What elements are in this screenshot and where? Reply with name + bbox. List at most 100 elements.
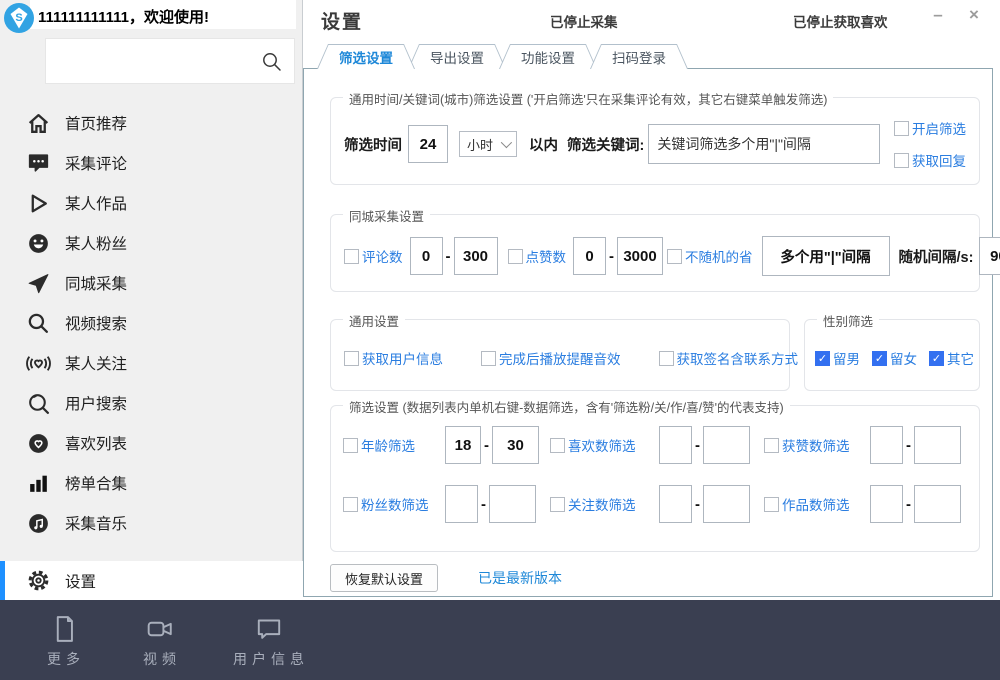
follows-min-input[interactable] <box>659 485 692 523</box>
tab-function-settings[interactable]: 功能设置 <box>499 44 597 69</box>
sidebar-item-label: 采集评论 <box>65 152 127 174</box>
play-sound-checkbox[interactable] <box>481 351 496 366</box>
comment-min-input[interactable] <box>410 237 443 275</box>
get-reply-checkbox-row: 获取回复 <box>894 150 966 170</box>
age-min-input[interactable] <box>445 426 481 464</box>
sidebar-item-label: 榜单合集 <box>65 472 127 494</box>
follows-filter-label: 关注数筛选 <box>568 494 636 514</box>
filter-keyword-input[interactable] <box>648 124 880 164</box>
user-search-icon <box>26 391 51 416</box>
home-icon <box>26 111 51 136</box>
like-count-checkbox-row: 点赞数 <box>508 246 567 266</box>
enable-filter-checkbox-row: 开启筛选 <box>894 118 966 138</box>
tab-filter-settings[interactable]: 筛选设置 <box>317 44 415 69</box>
comment-count-checkbox[interactable] <box>344 249 359 264</box>
favorites-filter-checkbox[interactable] <box>550 438 565 453</box>
enable-filter-checkbox[interactable] <box>894 121 909 136</box>
works-filter-checkbox-row: 作品数筛选 <box>764 494 867 514</box>
minimize-button[interactable]: – <box>925 2 951 28</box>
works-filter-checkbox[interactable] <box>764 497 779 512</box>
praise-filter-checkbox[interactable] <box>764 438 779 453</box>
bottom-item-label: 视频 <box>143 649 181 669</box>
close-button[interactable]: × <box>961 2 987 28</box>
filter-time-input[interactable] <box>408 125 448 163</box>
praise-max-input[interactable] <box>914 426 961 464</box>
sidebar-item-settings-active[interactable]: 设置 <box>0 561 303 600</box>
non-random-province-checkbox[interactable] <box>667 249 682 264</box>
like-min-input[interactable] <box>573 237 606 275</box>
comment-max-input[interactable] <box>454 237 498 275</box>
sidebar-item-label: 视频搜索 <box>65 312 127 334</box>
time-unit-select[interactable]: 小时 <box>459 131 517 157</box>
keep-male-label: 留男 <box>833 348 860 368</box>
settings-tabs: 筛选设置 导出设置 功能设置 扫码登录 <box>317 44 681 69</box>
main-area: 设置 已停止采集 已停止获取喜欢 – × 筛选设置 导出设置 功能设置 扫码登录… <box>303 0 1000 600</box>
favorites-max-input[interactable] <box>703 426 750 464</box>
keep-other-checkbox[interactable]: ✓ <box>929 351 944 366</box>
non-random-province-checkbox-row: 不随机的省 <box>667 246 753 266</box>
sidebar-item-city-collect[interactable]: 同城采集 <box>0 263 302 303</box>
bottom-item-user-info[interactable]: 用户信息 <box>228 612 309 669</box>
favorites-min-input[interactable] <box>659 426 692 464</box>
latest-version-link[interactable]: 已是最新版本 <box>478 568 562 588</box>
search-input[interactable] <box>54 43 258 81</box>
sidebar-item-collect-music[interactable]: 采集音乐 <box>0 503 302 543</box>
follows-max-input[interactable] <box>703 485 750 523</box>
search-icon[interactable] <box>260 50 284 79</box>
filter-keyword-label: 筛选关键词: <box>567 134 644 155</box>
fans-filter-checkbox[interactable] <box>343 497 358 512</box>
fieldset-legend: 性别筛选 <box>817 311 879 330</box>
age-max-input[interactable] <box>492 426 539 464</box>
sidebar-item-ranking-collection[interactable]: 榜单合集 <box>0 463 302 503</box>
play-sound-label: 完成后播放提醒音效 <box>499 348 621 368</box>
praise-min-input[interactable] <box>870 426 903 464</box>
province-list-input[interactable] <box>762 236 890 276</box>
range-dash: - <box>446 248 451 265</box>
restore-defaults-button[interactable]: 恢复默认设置 <box>330 564 438 592</box>
sidebar-item-like-list[interactable]: 喜欢列表 <box>0 423 302 463</box>
page-title: 设置 <box>321 7 363 34</box>
favorites-filter-checkbox-row: 喜欢数筛选 <box>550 435 656 455</box>
city-collect-fieldset: 同城采集设置 评论数 - 点赞数 - <box>330 214 980 292</box>
sidebar-item-collect-comments[interactable]: 采集评论 <box>0 143 302 183</box>
signature-contact-checkbox[interactable] <box>659 351 674 366</box>
get-user-info-label: 获取用户信息 <box>362 348 443 368</box>
like-count-checkbox[interactable] <box>508 249 523 264</box>
follows-filter-checkbox[interactable] <box>550 497 565 512</box>
tab-qr-login[interactable]: 扫码登录 <box>590 44 688 69</box>
comment-count-checkbox-row: 评论数 <box>344 246 403 266</box>
fans-max-input[interactable] <box>489 485 536 523</box>
favorites-filter-label: 喜欢数筛选 <box>568 435 636 455</box>
keep-female-checkbox[interactable]: ✓ <box>872 351 887 366</box>
like-count-label: 点赞数 <box>526 246 567 266</box>
keep-other-checkbox-row: ✓ 其它 <box>929 348 974 368</box>
range-dash: - <box>484 437 489 454</box>
keep-male-checkbox-row: ✓ 留男 <box>815 348 860 368</box>
like-max-input[interactable] <box>617 237 663 275</box>
get-user-info-checkbox[interactable] <box>344 351 359 366</box>
works-max-input[interactable] <box>914 485 961 523</box>
signature-contact-checkbox-row: 获取签名含联系方式 <box>659 348 799 368</box>
works-min-input[interactable] <box>870 485 903 523</box>
bottom-item-more[interactable]: 更多 <box>42 612 85 669</box>
sidebar-item-user-follows[interactable]: 某人关注 <box>0 343 302 383</box>
range-dash: - <box>609 248 614 265</box>
get-reply-checkbox[interactable] <box>894 153 909 168</box>
enable-filter-label: 开启筛选 <box>912 118 966 138</box>
age-filter-checkbox[interactable] <box>343 438 358 453</box>
sidebar-item-label: 首页推荐 <box>65 112 127 134</box>
fans-min-input[interactable] <box>445 485 478 523</box>
keep-other-label: 其它 <box>947 348 974 368</box>
bottom-item-video[interactable]: 视频 <box>138 612 181 669</box>
gear-icon <box>26 568 51 593</box>
sidebar-item-user-fans[interactable]: 某人粉丝 <box>0 223 302 263</box>
random-interval-input[interactable] <box>979 237 1000 275</box>
sidebar-item-user-search[interactable]: 用户搜索 <box>0 383 302 423</box>
sidebar-item-user-works[interactable]: 某人作品 <box>0 183 302 223</box>
sidebar-item-home-feed[interactable]: 首页推荐 <box>0 103 302 143</box>
sidebar-item-video-search[interactable]: 视频搜索 <box>0 303 302 343</box>
tab-export-settings[interactable]: 导出设置 <box>408 44 506 69</box>
sidebar-item-label: 用户搜索 <box>65 392 127 414</box>
music-note-icon <box>26 511 51 536</box>
keep-male-checkbox[interactable]: ✓ <box>815 351 830 366</box>
